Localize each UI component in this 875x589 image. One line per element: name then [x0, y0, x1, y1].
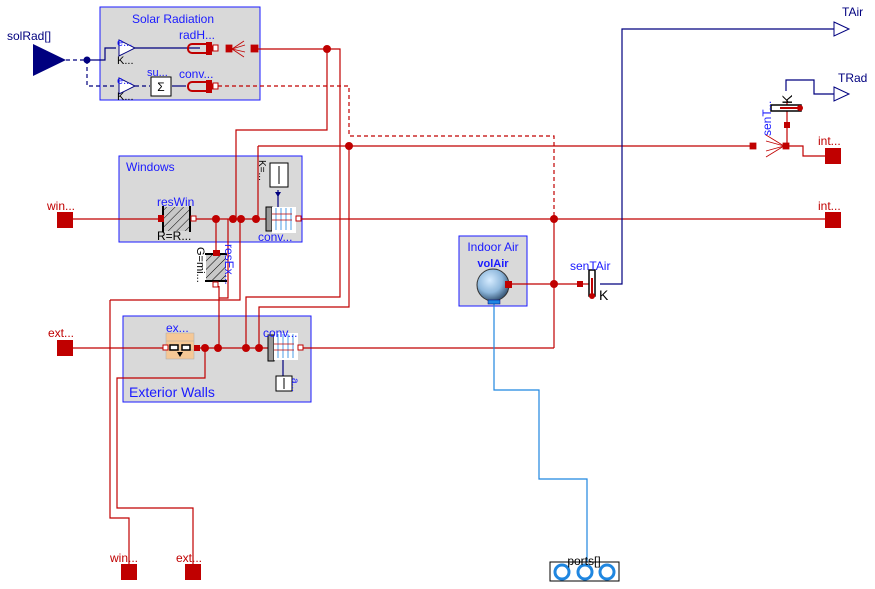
indoor-air-title: Indoor Air [467, 240, 518, 254]
ext-bottom-port[interactable]: ext... [176, 551, 202, 580]
reswin-resistor[interactable]: resWin R=R... [157, 195, 197, 243]
solrad-input-port[interactable]: solRad[] [7, 29, 66, 76]
reswin-param: R=R... [157, 229, 191, 243]
sum-name: su... [147, 67, 168, 79]
windows-title: Windows [126, 160, 175, 174]
senTRad-name: senT... [760, 101, 774, 136]
senTRad-unit: K [779, 94, 795, 104]
resext-conductor[interactable]: resEx... G=mi... [194, 244, 236, 288]
win-bottom-label: win... [109, 551, 138, 565]
rad-heat-name: radH... [179, 28, 215, 42]
senTAir-unit: K [599, 287, 609, 303]
ext-wall-name: ex... [166, 321, 189, 335]
sum-block[interactable]: Σ su... [147, 67, 172, 97]
gain-top-name: e... [117, 37, 132, 49]
win-conv-name: conv... [258, 230, 292, 244]
ports-label: ports[] [567, 554, 600, 568]
volair-name: volAir [477, 258, 509, 270]
resext-name: resEx... [222, 244, 236, 285]
radiation-combiner-icon [749, 134, 790, 158]
conv-heat-name: conv... [179, 67, 213, 81]
TAir-label: TAir [842, 5, 863, 19]
heat-wires [66, 48, 834, 566]
triangle-input-icon [33, 44, 66, 76]
int-bottom-port[interactable]: int... [818, 199, 841, 228]
senTRad-sensor[interactable]: senT... K [760, 94, 803, 136]
ext-conv-name: conv... [263, 326, 297, 340]
win-left-port[interactable]: win... [46, 199, 75, 228]
wire-senTAir-out[interactable] [600, 28, 834, 285]
TAir-output-port[interactable]: TAir [833, 5, 863, 37]
win-bottom-port[interactable]: win... [109, 551, 138, 580]
fluid-port-3[interactable] [598, 563, 616, 581]
gain-top-param: K... [117, 55, 134, 67]
TRad-output-port[interactable]: TRad [833, 71, 867, 102]
solar-radiation-title: Solar Radiation [132, 12, 214, 26]
int-bottom-label: int... [818, 199, 841, 213]
ext-conv-param: a... [289, 378, 300, 392]
diagram-canvas: Solar Radiation Windows Exterior Walls I… [7, 5, 867, 582]
int-top-port[interactable]: int... [818, 134, 841, 164]
ext-left-port[interactable]: ext... [48, 326, 74, 356]
wire-fluid[interactable] [493, 303, 588, 562]
reswin-name: resWin [157, 195, 194, 209]
sum-symbol: Σ [157, 80, 164, 94]
gain-bottom-param: K... [117, 91, 134, 103]
TRad-label: TRad [838, 71, 867, 85]
wire-senTRad-out[interactable] [785, 79, 834, 95]
ext-bottom-label: ext... [176, 551, 202, 565]
int-top-label: int... [818, 134, 841, 148]
signal-junction [83, 56, 91, 64]
exterior-walls-title: Exterior Walls [129, 384, 215, 400]
win-conv-param: K=... [256, 160, 267, 181]
gain-bottom-name: e... [117, 75, 132, 87]
fluid-ports-vector[interactable]: ports[] [549, 554, 620, 582]
solrad-label: solRad[] [7, 29, 51, 43]
senTAir-sensor[interactable]: senTAir K [570, 259, 610, 303]
ext-left-label: ext... [48, 326, 74, 340]
resext-param: G=mi... [194, 247, 206, 283]
senTAir-name: senTAir [570, 259, 610, 273]
win-left-label: win... [46, 199, 75, 213]
